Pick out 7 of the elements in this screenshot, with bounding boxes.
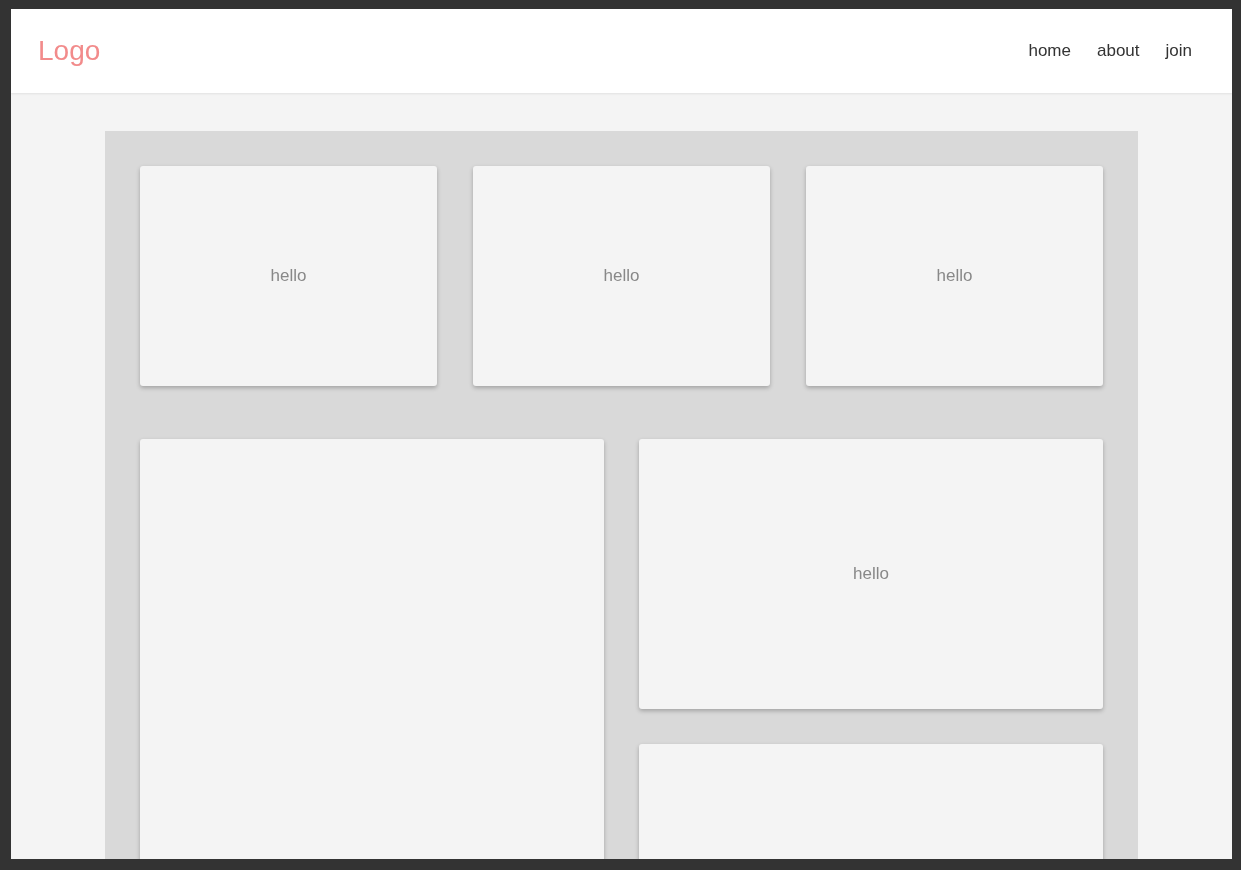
card-text: hello (603, 266, 640, 286)
nav-link[interactable]: join (1165, 41, 1192, 61)
card-text: hello (853, 564, 889, 584)
card-text: hello (936, 266, 973, 286)
nav-link[interactable]: about (1097, 41, 1140, 61)
card-text: hello (270, 266, 307, 286)
nav-link[interactable]: home (1028, 41, 1071, 61)
